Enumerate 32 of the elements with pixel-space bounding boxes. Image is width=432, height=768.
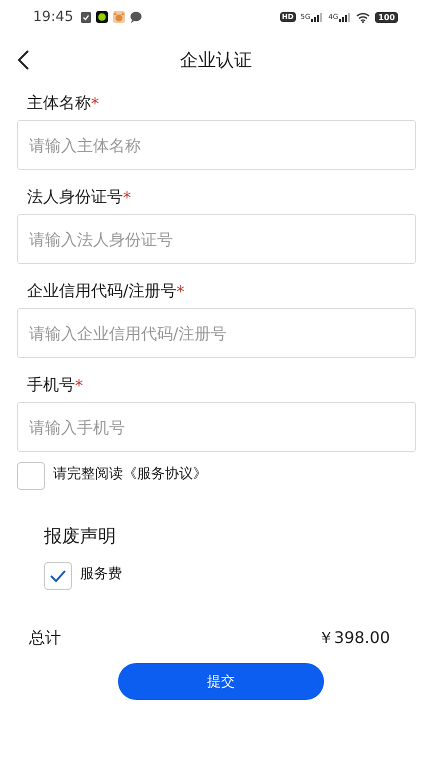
- total-label: 总计: [29, 628, 61, 649]
- battery-level: 100: [375, 12, 398, 22]
- required-mark: *: [123, 188, 131, 206]
- field-label: 企业信用代码/注册号: [27, 280, 176, 302]
- status-time: 19:45: [33, 9, 74, 25]
- message-icon: [130, 11, 142, 23]
- agreement-checkbox[interactable]: [17, 462, 45, 490]
- field-label: 主体名称: [27, 92, 91, 114]
- cat-icon: [113, 11, 126, 23]
- field-label: 手机号: [27, 374, 75, 396]
- input-field[interactable]: 请输入主体名称: [17, 120, 416, 170]
- field-label: 法人身份证号: [27, 186, 123, 208]
- check-icon: [50, 570, 66, 582]
- required-mark: *: [75, 376, 83, 394]
- signal-icon: [339, 12, 352, 22]
- input-field[interactable]: 请输入企业信用代码/注册号: [17, 308, 416, 358]
- app-icon: [96, 11, 108, 23]
- page-title: 企业认证: [180, 49, 252, 72]
- option-checkbox[interactable]: [44, 562, 72, 590]
- submit-button[interactable]: 提交: [118, 663, 324, 700]
- required-mark: *: [91, 94, 99, 112]
- input-field[interactable]: 请输入法人身份证号: [17, 214, 416, 264]
- section-title: 报废声明: [44, 525, 117, 548]
- signal-icon: [311, 12, 324, 22]
- input-field[interactable]: 请输入手机号: [17, 402, 416, 452]
- agreement-text: 请完整阅读《服务协议》: [53, 465, 207, 483]
- option-label: 服务费: [80, 565, 122, 583]
- total-amount: ￥398.00: [318, 628, 390, 649]
- back-icon: [16, 49, 30, 71]
- required-mark: *: [176, 282, 184, 300]
- clipboard-icon: [81, 11, 92, 23]
- wifi-icon: [356, 12, 370, 22]
